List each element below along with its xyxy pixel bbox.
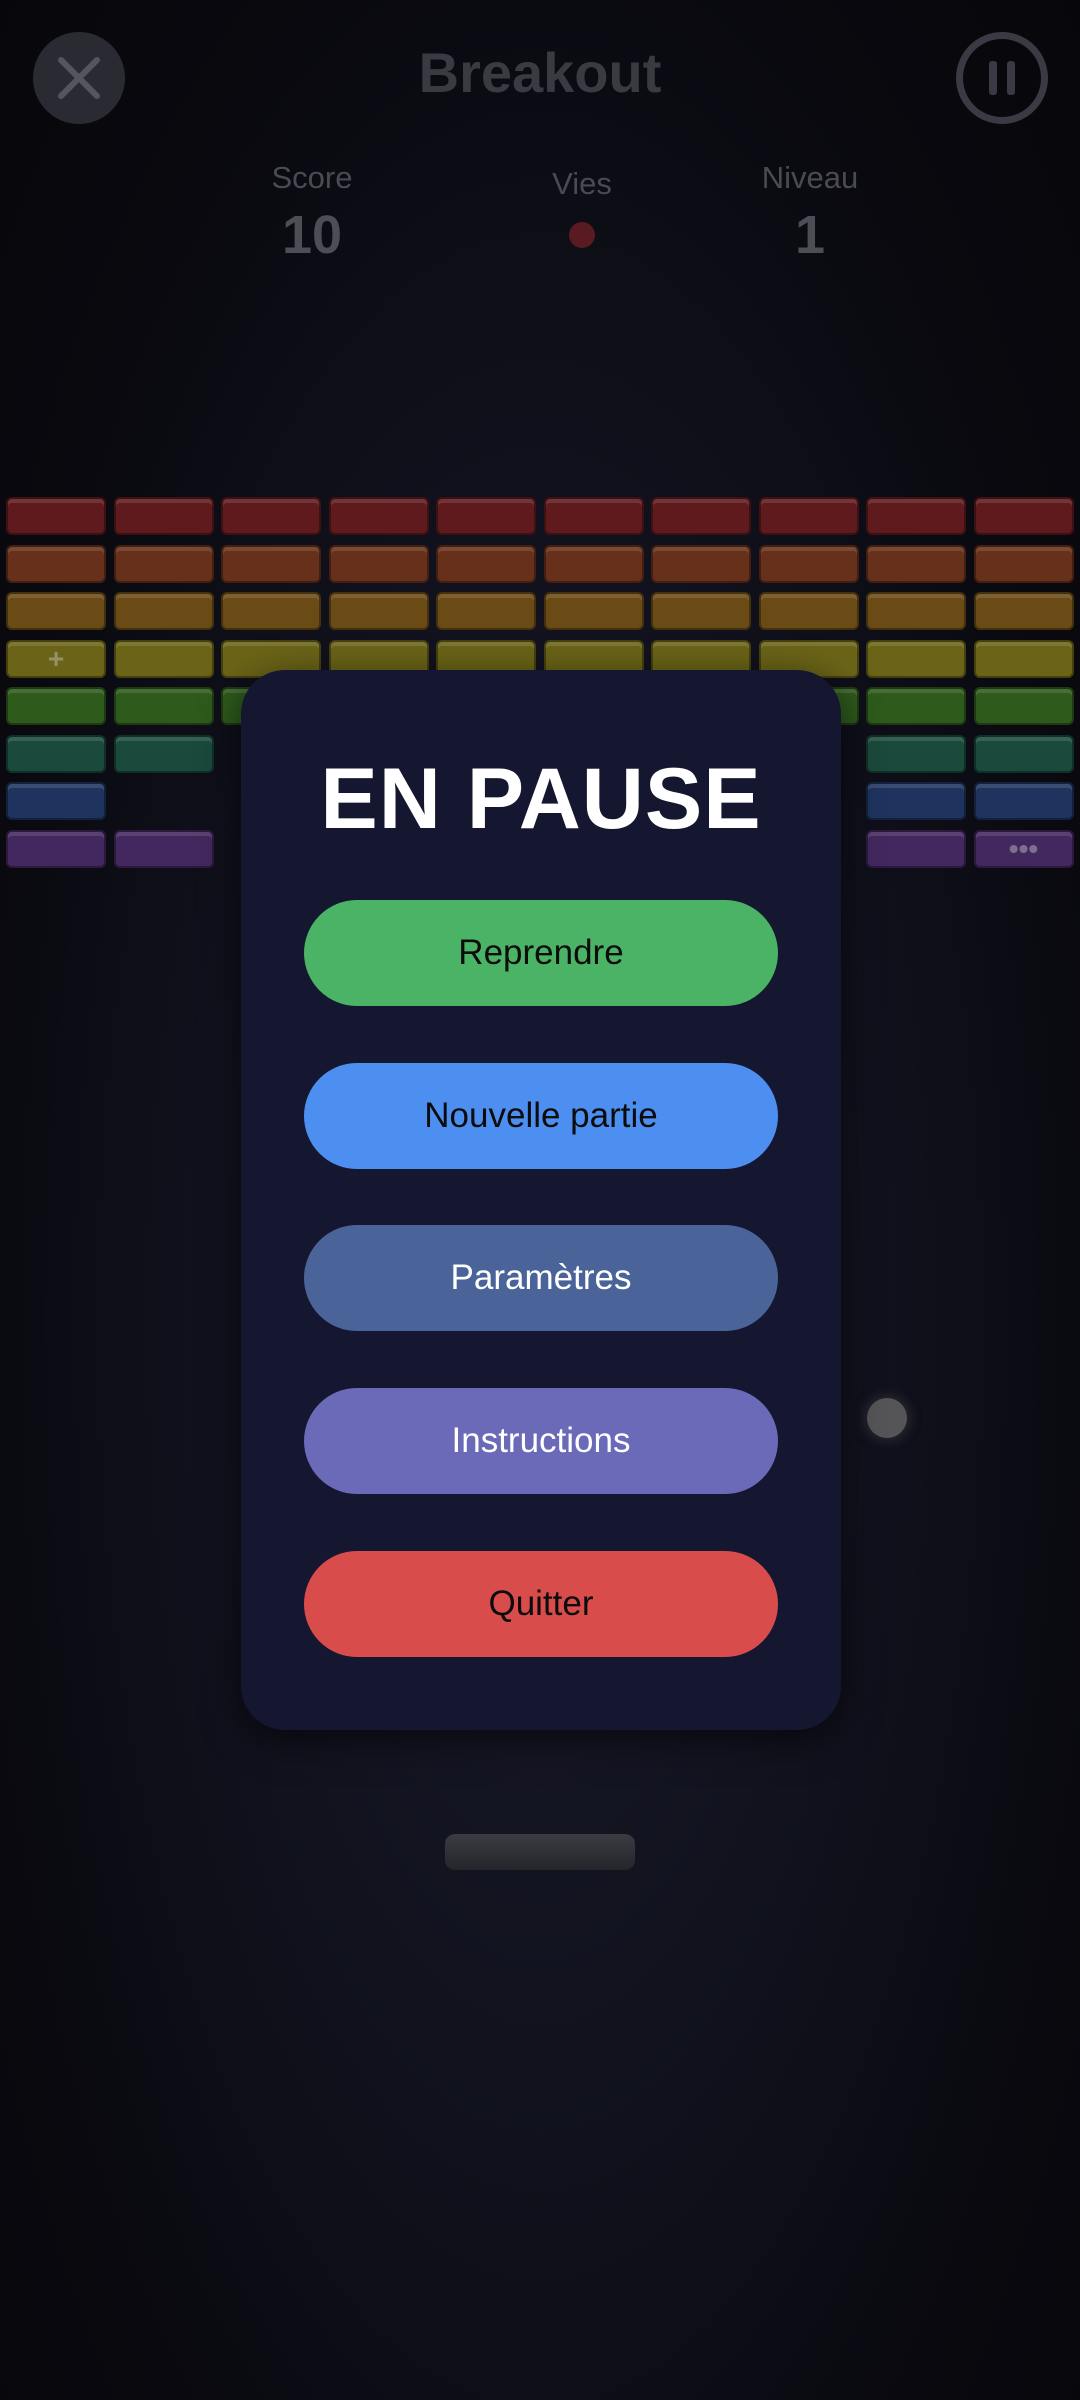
brick [221,497,321,535]
brick [436,544,536,583]
brick [6,829,106,868]
brick [6,782,106,820]
brick [113,592,214,630]
pause-dialog: EN PAUSE Reprendre Nouvelle partie Param… [241,670,841,1730]
brick [973,687,1074,725]
brick [973,782,1074,820]
brick [113,829,214,868]
brick [436,592,536,630]
brick: ••• [973,829,1074,868]
brick [973,639,1074,678]
brick [758,544,859,583]
brick [543,497,644,535]
brick [6,687,106,725]
brick [6,734,106,773]
brick [973,734,1074,773]
pause-title: EN PAUSE [320,751,762,847]
brick [866,639,966,678]
brick [866,497,966,535]
brick [543,544,644,583]
ball [867,1398,907,1438]
brick [6,497,106,535]
brick [328,544,429,583]
brick [113,734,214,773]
quit-button[interactable]: Quitter [304,1551,778,1657]
powerup-marker: + [47,642,65,674]
brick [651,592,751,630]
brick [328,497,429,535]
brick [113,544,214,583]
brick: + [6,639,106,678]
resume-button[interactable]: Reprendre [304,900,778,1006]
brick [973,497,1074,535]
brick [973,544,1074,583]
brick [6,592,106,630]
brick [651,544,751,583]
brick [221,544,321,583]
brick [221,592,321,630]
brick [651,497,751,535]
brick [328,592,429,630]
brick [866,734,966,773]
brick [973,592,1074,630]
brick [866,592,966,630]
brick [543,592,644,630]
brick [113,639,214,678]
brick [758,497,859,535]
instructions-button[interactable]: Instructions [304,1388,778,1494]
powerup-marker: ••• [1008,832,1039,864]
brick [866,544,966,583]
settings-button[interactable]: Paramètres [304,1225,778,1331]
brick [6,544,106,583]
brick [866,782,966,820]
new-game-button[interactable]: Nouvelle partie [304,1063,778,1169]
brick [113,687,214,725]
brick [758,592,859,630]
brick [866,687,966,725]
brick [436,497,536,535]
game-screen: Breakout Score 10 Vies Niveau 1 + ••• EN … [0,0,1080,2400]
brick [113,497,214,535]
brick [866,829,966,868]
paddle[interactable] [445,1834,635,1870]
